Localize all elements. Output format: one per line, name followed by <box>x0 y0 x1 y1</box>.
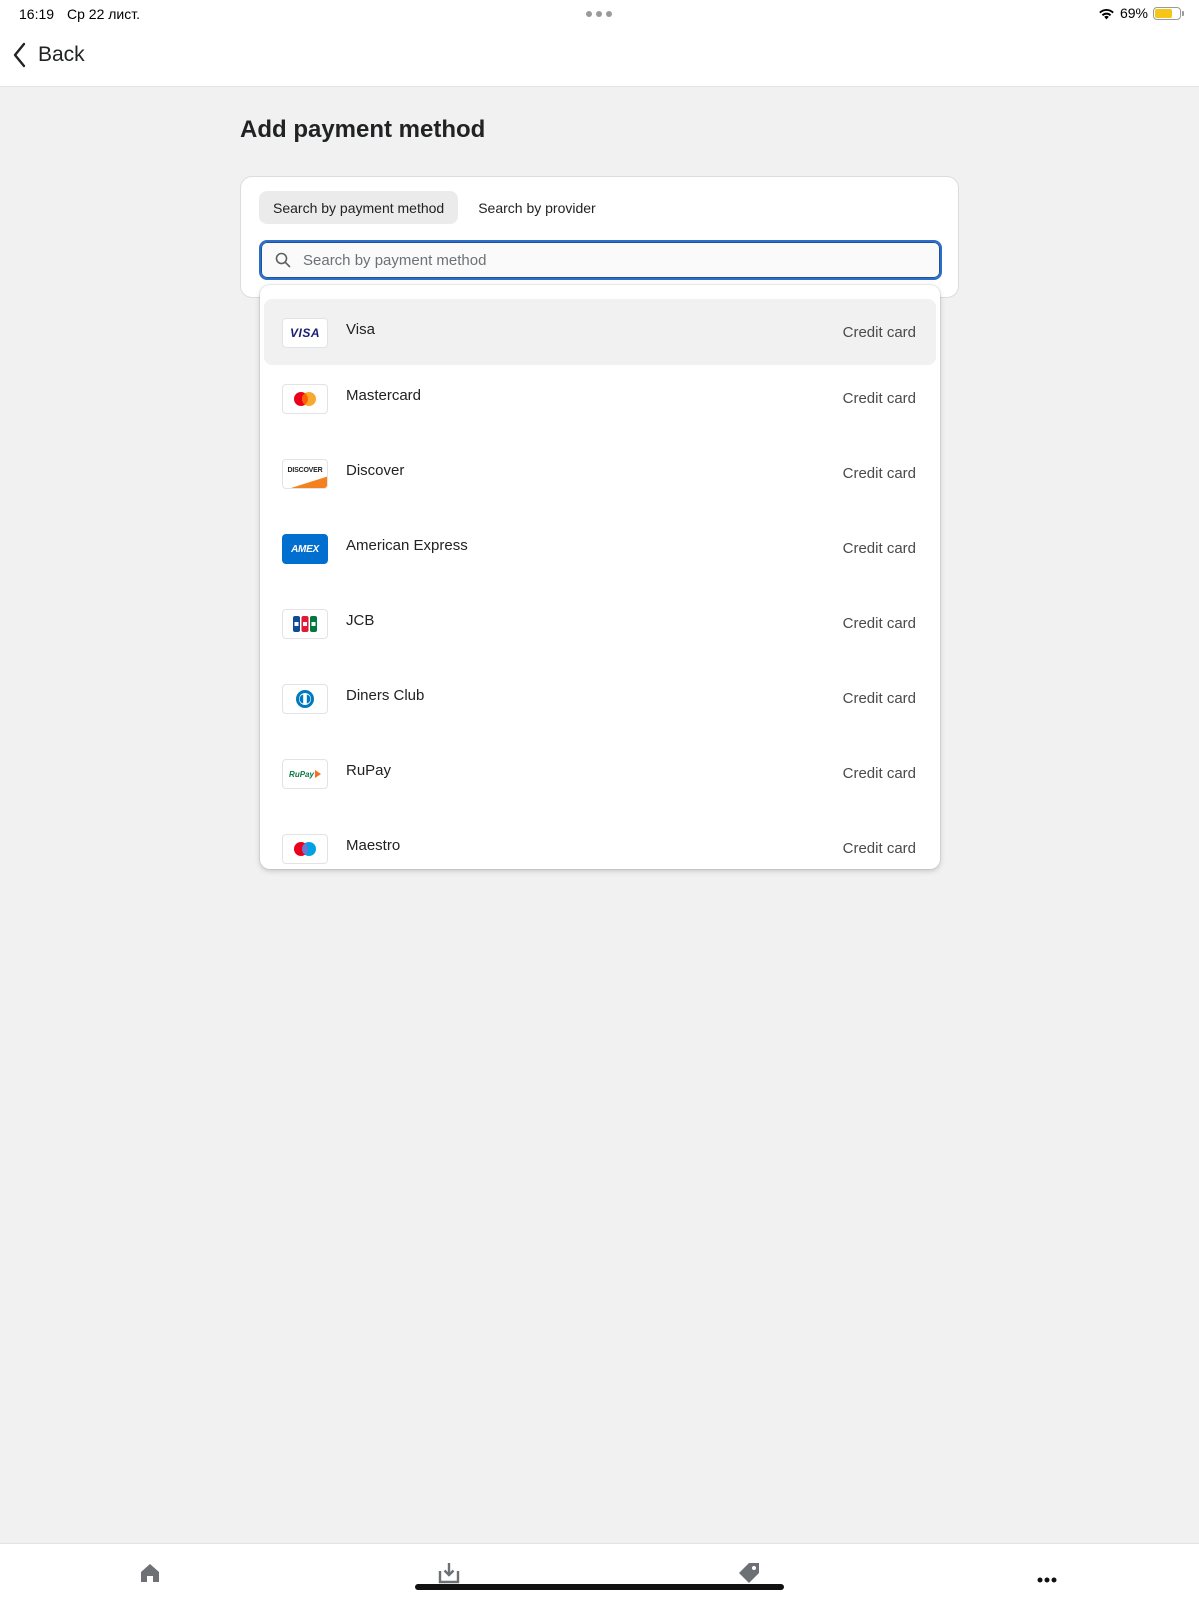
app-screen: 16:19 Ср 22 лист. 69% Back Add payment m… <box>0 0 1199 1600</box>
option-type: Credit card <box>842 690 916 707</box>
option-name: Discover <box>346 462 405 479</box>
diners-club-logo <box>282 684 328 714</box>
home-indicator <box>415 1584 784 1590</box>
option-jcb[interactable]: JCB Credit card <box>264 590 936 665</box>
search-icon <box>275 252 291 268</box>
battery-icon <box>1153 6 1184 20</box>
visa-logo: VISA <box>282 318 328 348</box>
back-button[interactable]: Back <box>12 42 85 68</box>
home-icon[interactable] <box>139 1562 161 1589</box>
more-icon[interactable] <box>1037 1570 1057 1588</box>
option-type: Credit card <box>842 765 916 782</box>
option-name: Maestro <box>346 837 401 854</box>
option-rupay[interactable]: RuPay RuPay Credit card <box>264 740 936 815</box>
option-discover[interactable]: DISCOVER Discover Credit card <box>264 440 936 515</box>
discover-logo: DISCOVER <box>282 459 328 489</box>
tab-search-by-provider[interactable]: Search by provider <box>464 191 610 224</box>
option-name: Diners Club <box>346 687 425 704</box>
option-type: Credit card <box>842 540 916 557</box>
option-type: Credit card <box>842 465 916 482</box>
status-bar: 16:19 Ср 22 лист. 69% <box>0 0 1199 30</box>
mastercard-logo <box>282 384 328 414</box>
option-name: Visa <box>346 321 375 338</box>
maestro-logo <box>282 834 328 864</box>
option-type: Credit card <box>842 840 916 857</box>
option-name: Mastercard <box>346 387 422 404</box>
option-mastercard[interactable]: Mastercard Credit card <box>264 365 936 440</box>
option-name: JCB <box>346 612 375 629</box>
option-american-express[interactable]: AMEX American Express Credit card <box>264 515 936 590</box>
option-type: Credit card <box>842 615 916 632</box>
search-tabs: Search by payment method Search by provi… <box>259 191 610 224</box>
multitasking-dots-icon[interactable] <box>586 11 612 17</box>
option-diners-club[interactable]: Diners Club Credit card <box>264 665 936 740</box>
status-time: 16:19 <box>19 6 55 22</box>
status-date: Ср 22 лист. <box>67 6 140 22</box>
option-visa[interactable]: VISA Visa Credit card <box>264 299 936 365</box>
option-name: RuPay <box>346 762 392 779</box>
tab-search-by-payment-method[interactable]: Search by payment method <box>259 191 459 224</box>
battery-percent: 69% <box>1119 5 1148 21</box>
search-input[interactable] <box>303 251 923 269</box>
page-title: Add payment method <box>240 116 486 143</box>
amex-logo: AMEX <box>282 534 328 564</box>
bottom-tab-bar <box>0 1543 1199 1600</box>
chevron-left-icon <box>13 42 26 68</box>
nav-bar: Back <box>0 30 1199 87</box>
back-label: Back <box>38 43 85 66</box>
wifi-icon <box>1099 8 1114 19</box>
option-type: Credit card <box>842 390 916 407</box>
search-card: Search by payment method Search by provi… <box>240 176 959 298</box>
search-field[interactable] <box>259 240 942 280</box>
option-type: Credit card <box>842 324 916 341</box>
status-right: 69% <box>1098 5 1184 21</box>
option-maestro[interactable]: Maestro Credit card <box>264 815 936 869</box>
option-name: American Express <box>346 537 468 554</box>
payment-method-dropdown[interactable]: VISA Visa Credit card Mastercard Credit … <box>260 285 940 869</box>
rupay-logo: RuPay <box>282 759 328 789</box>
jcb-logo <box>282 609 328 639</box>
